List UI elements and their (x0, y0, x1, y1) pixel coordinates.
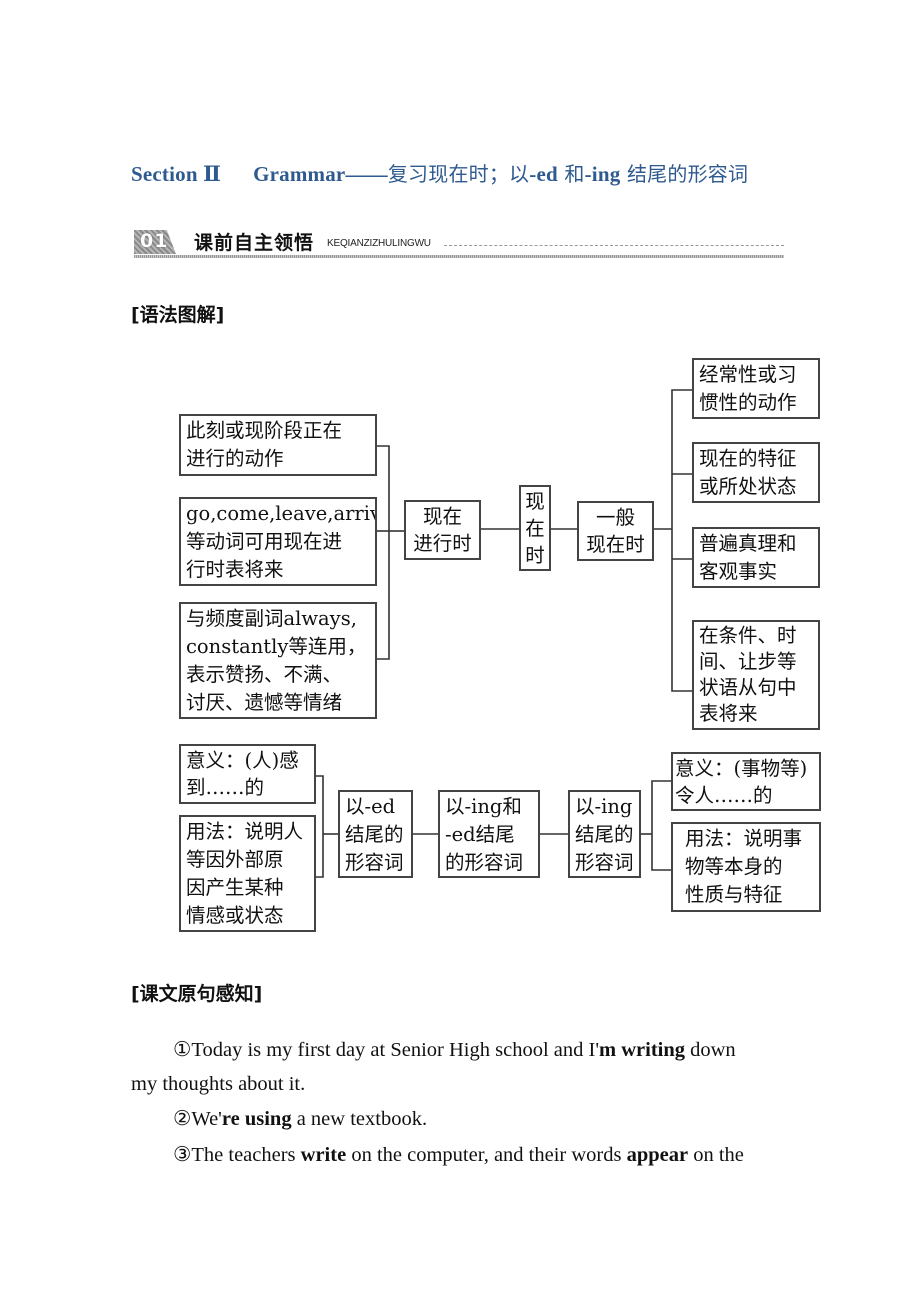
pc-center-box: 现在 进行时 (404, 500, 481, 560)
adjectives-root-box: 以-ing和 -ed结尾 的形容词 (438, 790, 540, 878)
ed-usage-box: 用法：说明人 等因外部原 因产生某种 情感或状态 (179, 815, 316, 932)
sentence-1-line-2: my thoughts about it. (131, 1073, 306, 1095)
pc-use-box-2: go,come,leave,arrive 等动词可用现在进 行时表将来 (179, 497, 377, 586)
ing-meaning-box: 意义：(事物等) 令人……的 (671, 752, 821, 811)
sp-center-box: 一般 现在时 (577, 501, 654, 561)
sentence-1-line-1: ①Today is my first day at Senior High sc… (173, 1039, 736, 1061)
sentence-3-line-1: ③The teachers write on the computer, and… (173, 1144, 744, 1166)
ing-usage-box: 用法：说明事 物等本身的 性质与特征 (671, 822, 821, 912)
sp-use-box-4: 在条件、时 间、让步等 状语从句中 表将来 (692, 620, 820, 730)
sentence-2: ②We're using a new textbook. (173, 1108, 428, 1130)
ed-meaning-box: 意义：(人)感 到……的 (179, 744, 316, 804)
ed-center-box: 以-ed 结尾的 形容词 (338, 790, 413, 878)
connector-ed-meaning-usage (316, 775, 324, 878)
sp-use-box-1: 经常性或习 惯性的动作 (692, 358, 820, 419)
connector-sp-use-1 (671, 389, 693, 692)
pc-use-box-1: 此刻或现阶段正在 进行的动作 (179, 414, 377, 476)
connector-ing-meaning-usage (651, 780, 672, 871)
ing-center-box: 以-ing 结尾的 形容词 (568, 790, 641, 878)
root-present-tense-box: 现 在 时 (519, 485, 551, 571)
sp-use-box-3: 普遍真理和 客观事实 (692, 527, 820, 588)
sp-use-box-2: 现在的特征 或所处状态 (692, 442, 820, 503)
text-sentences-heading: [课文原句感知] (131, 983, 263, 1005)
pc-use-box-3: 与频度副词always, constantly等连用， 表示赞扬、不满、 讨厌、… (179, 602, 377, 719)
connector-pc-use-1 (376, 445, 390, 660)
